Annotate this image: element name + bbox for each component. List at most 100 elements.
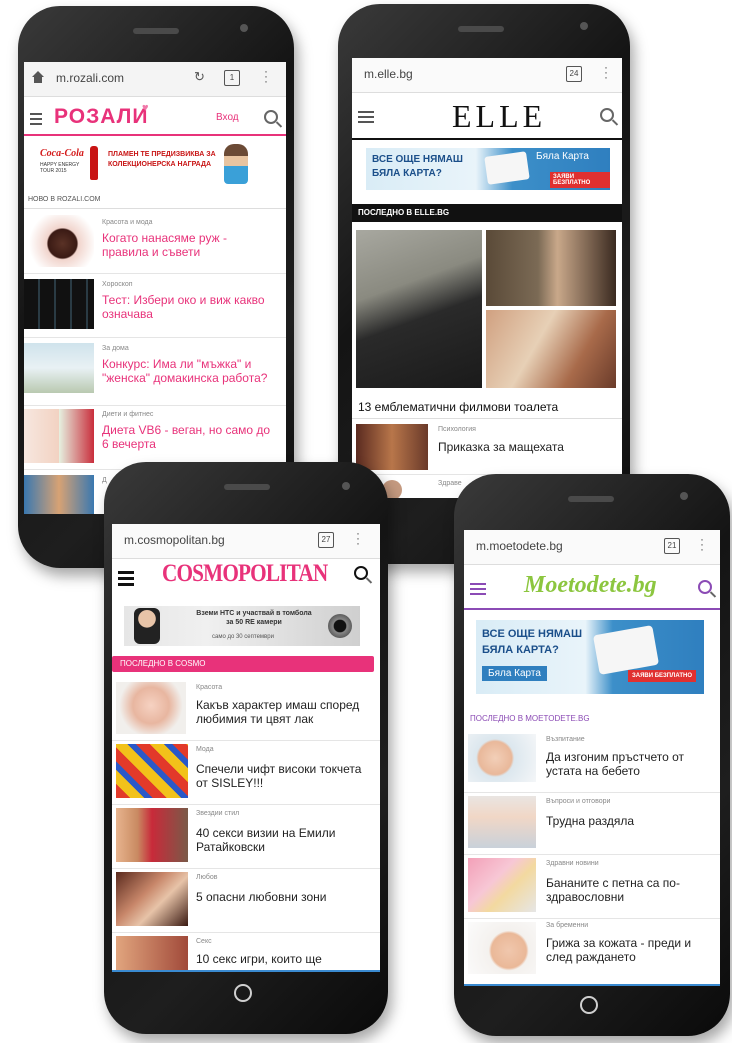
- article-title[interactable]: Грижа за кожата - преди и след раждането: [546, 936, 714, 964]
- ad-brand: Coca-Cola: [40, 148, 84, 159]
- article-thumbnail: [468, 922, 536, 974]
- phone-speaker: [133, 28, 179, 34]
- browser-url-bar[interactable]: m.cosmopolitan.bg 27 · · ·: [112, 524, 380, 559]
- article-category: Здравни новини: [546, 860, 599, 867]
- menu-dots-icon[interactable]: · · ·: [264, 65, 268, 87]
- ad-person-image: [134, 608, 160, 644]
- list-item[interactable]: Красота Какъв характер имаш според любим…: [112, 678, 380, 741]
- article-thumbnail: [468, 858, 536, 912]
- article-title[interactable]: Диета VB6 - веган, но само до 6 вечерта: [102, 423, 272, 451]
- search-icon[interactable]: [600, 108, 614, 122]
- tab-switcher-button[interactable]: 21: [664, 538, 680, 554]
- ad-cta-button[interactable]: ЗАЯВИ БЕЗПЛАТНО: [628, 670, 697, 682]
- home-button[interactable]: [234, 984, 252, 1002]
- search-icon[interactable]: [264, 110, 278, 124]
- ad-banner[interactable]: ВСЕ ОЩЕ НЯМАШ БЯЛА КАРТА? Бяла Карта ЗАЯ…: [476, 620, 704, 694]
- featured-image[interactable]: [356, 230, 618, 390]
- article-title[interactable]: Спечели чифт високи токчета от SISLEY!!!: [196, 762, 366, 790]
- site-logo[interactable]: Moetodete.bg: [524, 572, 657, 599]
- article-title[interactable]: Конкурс: Има ли "мъжка" и "женска" домак…: [102, 357, 282, 385]
- article-title[interactable]: Трудна раздяла: [546, 814, 714, 828]
- search-icon[interactable]: [354, 566, 368, 580]
- tab-switcher-button[interactable]: 27: [318, 532, 334, 548]
- hamburger-menu-icon[interactable]: [118, 568, 134, 589]
- screen-rozali: m.rozali.com ↻ 1 · · · РОЗАЛИ ♥ Вход Coca-…: [24, 62, 286, 514]
- featured-title[interactable]: 13 емблематични филмови тоалета: [358, 400, 558, 414]
- article-title[interactable]: Бананите с петна са по-здравословни: [546, 876, 714, 904]
- article-title[interactable]: 40 секси визии на Емили Ратайковски: [196, 826, 366, 854]
- list-item[interactable]: Любов 5 опасни любовни зони: [112, 868, 380, 933]
- ad-text: Вземи HTC и участвай в томбола за 50 RE …: [196, 610, 312, 626]
- url-text[interactable]: m.rozali.com: [56, 71, 124, 85]
- tab-switcher-button[interactable]: 1: [224, 70, 240, 86]
- url-text[interactable]: m.moetodete.bg: [476, 539, 563, 553]
- article-title[interactable]: Тест: Избери око и виж какво означава: [102, 293, 282, 321]
- list-item[interactable]: Въпроси и отговори Трудна раздяла: [464, 792, 720, 855]
- list-item[interactable]: Психология Приказка за мащехата: [352, 420, 622, 475]
- browser-url-bar[interactable]: m.moetodete.bg 21 · · ·: [464, 530, 720, 565]
- ad-subheadline: БЯЛА КАРТА?: [482, 644, 559, 656]
- featured-image-left: [356, 230, 482, 388]
- browser-url-bar[interactable]: m.rozali.com ↻ 1 · · ·: [24, 62, 286, 97]
- article-title[interactable]: Да изгоним пръстчето от устата на бебето: [546, 750, 714, 778]
- article-title[interactable]: Приказка за мащехата: [438, 440, 618, 454]
- site-logo[interactable]: COSMOPOLITAN: [162, 560, 328, 588]
- tab-switcher-button[interactable]: 24: [566, 66, 582, 82]
- screen-moetodete: m.moetodete.bg 21 · · · Moetodete.bg ВСЕ О…: [464, 530, 720, 986]
- search-icon[interactable]: [698, 580, 712, 594]
- ad-subheadline: БЯЛА КАРТА?: [372, 168, 442, 179]
- ad-banner[interactable]: Вземи HTC и участвай в томбола за 50 RE …: [124, 606, 360, 646]
- heart-logo-icon: ♥: [142, 102, 149, 114]
- ad-bottle-icon: [90, 146, 98, 180]
- article-title[interactable]: Когато нанасяме руж - правила и съвети: [102, 231, 272, 259]
- url-text[interactable]: m.cosmopolitan.bg: [124, 533, 225, 547]
- list-item[interactable]: За дома Конкурс: Има ли "мъжка" и "женск…: [24, 337, 286, 406]
- hamburger-menu-icon[interactable]: [30, 110, 42, 128]
- article-title[interactable]: 10 секс игри, които ще: [196, 952, 366, 966]
- article-category: Любов: [196, 874, 218, 881]
- list-item[interactable]: Здравни новини Бананите с петна са по-зд…: [464, 854, 720, 919]
- ad-banner[interactable]: Coca-Cola HAPPY ENERGY TOUR 2015 ПЛАМЕН …: [38, 142, 252, 186]
- list-item[interactable]: Диети и фитнес Диета VB6 - веган, но сам…: [24, 405, 286, 470]
- menu-dots-icon[interactable]: · · ·: [700, 533, 704, 555]
- hamburger-menu-icon[interactable]: [470, 580, 486, 598]
- ad-banner[interactable]: ВСЕ ОЩЕ НЯМАШ БЯЛА КАРТА? Бяла Карта ЗАЯ…: [366, 148, 610, 190]
- hamburger-menu-icon[interactable]: [358, 108, 374, 126]
- menu-dots-icon[interactable]: · · ·: [356, 527, 360, 549]
- article-category: Секс: [196, 938, 212, 945]
- list-item[interactable]: Възпитание Да изгоним пръстчето от устат…: [464, 730, 720, 793]
- login-link[interactable]: Вход: [216, 112, 239, 123]
- reload-icon[interactable]: ↻: [194, 69, 205, 85]
- ad-person-image: [224, 144, 248, 184]
- screen-elle: m.elle.bg 24 · · · ELLE ВСЕ ОЩЕ НЯМАШ БЯЛА…: [352, 58, 622, 498]
- list-item[interactable]: За бременни Грижа за кожата - преди и сл…: [464, 918, 720, 980]
- article-thumbnail: [356, 424, 428, 470]
- url-text[interactable]: m.elle.bg: [364, 67, 413, 81]
- article-thumbnail: [116, 682, 186, 734]
- browser-url-bar[interactable]: m.elle.bg 24 · · ·: [352, 58, 622, 93]
- screen-bottom-edge: [112, 970, 380, 972]
- article-thumbnail: [24, 215, 94, 267]
- featured-divider: [352, 418, 622, 419]
- article-title[interactable]: Какъв характер имаш според любимия ти цв…: [196, 698, 374, 726]
- site-logo[interactable]: ELLE: [452, 98, 546, 135]
- phone-cosmopolitan: m.cosmopolitan.bg 27 · · · COSMOPOLITAN Вз…: [104, 462, 388, 1034]
- ad-headline: ВСЕ ОЩЕ НЯМАШ: [482, 628, 583, 640]
- list-item[interactable]: Звездии стил 40 секси визии на Емили Рат…: [112, 804, 380, 869]
- list-item[interactable]: Хороскоп Тест: Избери око и виж какво оз…: [24, 273, 286, 338]
- list-item[interactable]: Мода Спечели чифт високи токчета от SISL…: [112, 740, 380, 805]
- menu-dots-icon[interactable]: · · ·: [604, 61, 608, 83]
- featured-image-bottom-right: [486, 310, 616, 388]
- ad-subtext: HAPPY ENERGY TOUR 2015: [40, 162, 80, 174]
- home-button[interactable]: [580, 996, 598, 1014]
- list-item[interactable]: Секс 10 секс игри, които ще: [112, 932, 380, 972]
- header-divider: [24, 134, 286, 136]
- article-thumbnail: [116, 872, 188, 926]
- home-icon-base: [34, 77, 42, 83]
- screen-cosmopolitan: m.cosmopolitan.bg 27 · · · COSMOPOLITAN Вз…: [112, 524, 380, 972]
- list-item[interactable]: Красота и мода Когато нанасяме руж - пра…: [24, 209, 286, 274]
- article-title[interactable]: 5 опасни любовни зони: [196, 890, 366, 904]
- ad-cta-button[interactable]: ЗАЯВИ БЕЗПЛАТНО: [550, 172, 610, 188]
- site-logo[interactable]: РОЗАЛИ: [54, 105, 148, 129]
- ad-card-image: [484, 151, 530, 185]
